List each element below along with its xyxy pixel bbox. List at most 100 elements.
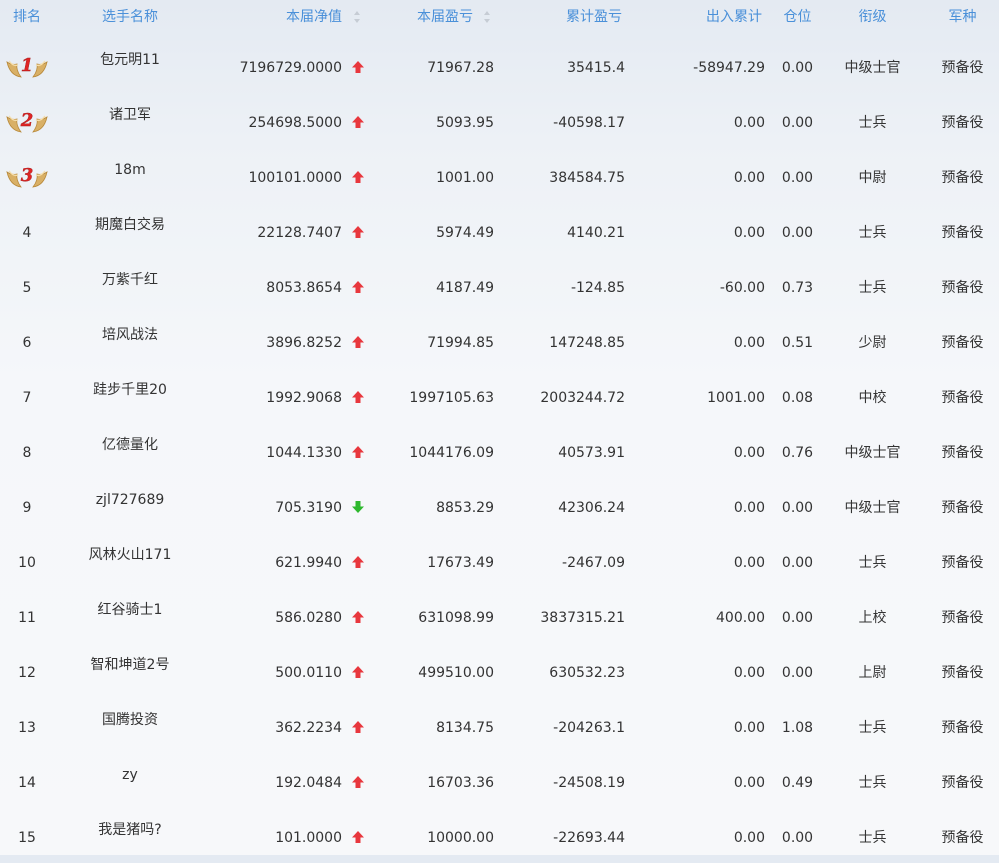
- cumulative-profit: 42306.24: [558, 500, 625, 516]
- net-value: 100101.0000: [248, 170, 342, 186]
- session-profit: 1044176.09: [409, 445, 494, 461]
- military-rank: 中级士官: [844, 445, 901, 461]
- fund-flow: 1001.00: [707, 390, 765, 406]
- table-row[interactable]: 11 红谷骑士1 586.0280 631098.99 3837315.21 4…: [0, 588, 999, 643]
- header-cumulative[interactable]: 累计盈亏: [505, 9, 622, 25]
- cumulative-profit: 384584.75: [549, 170, 625, 186]
- position-ratio: 0.49: [781, 775, 814, 791]
- session-profit: 17673.49: [427, 555, 494, 571]
- player-name[interactable]: 万紫千红: [70, 272, 190, 288]
- arrow-up-icon: [352, 776, 364, 788]
- fund-flow: 400.00: [716, 610, 765, 626]
- player-name[interactable]: 跬步千里20: [70, 382, 190, 398]
- service-branch: 预备役: [941, 610, 984, 626]
- service-branch: 预备役: [941, 170, 984, 186]
- table-row[interactable]: 2 诸卫军 254698.5000 5093.95 -40598.17 0.00…: [0, 93, 999, 148]
- session-profit: 8134.75: [436, 720, 494, 736]
- cumulative-profit: 2003244.72: [540, 390, 625, 406]
- session-profit: 5093.95: [436, 115, 494, 131]
- service-branch: 预备役: [941, 830, 984, 846]
- net-value: 101.0000: [275, 830, 342, 846]
- header-name[interactable]: 选手名称: [70, 9, 190, 25]
- position-ratio: 0.00: [781, 555, 814, 571]
- session-profit: 1001.00: [436, 170, 494, 186]
- table-row[interactable]: 3 18m 100101.0000 1001.00 384584.75 0.00…: [0, 148, 999, 203]
- rank-number: 6: [22, 335, 32, 351]
- header-nav[interactable]: 本届净值: [242, 9, 342, 25]
- header-position[interactable]: 仓位: [775, 9, 820, 25]
- table-row[interactable]: 7 跬步千里20 1992.9068 1997105.63 2003244.72…: [0, 368, 999, 423]
- cumulative-profit: 40573.91: [558, 445, 625, 461]
- sort-icon-nav[interactable]: [353, 10, 361, 24]
- player-name[interactable]: 亿德量化: [70, 437, 190, 453]
- rank-medal-icon: 2: [6, 110, 48, 133]
- fund-flow: 0.00: [733, 665, 765, 681]
- position-ratio: 0.00: [781, 665, 814, 681]
- fund-flow: -58947.29: [693, 60, 765, 76]
- table-row[interactable]: 14 zy 192.0484 16703.36 -24508.19 0.00 0…: [0, 753, 999, 808]
- arrow-up-icon: [352, 171, 364, 183]
- cumulative-profit: -22693.44: [553, 830, 625, 846]
- header-rank[interactable]: 排名: [5, 9, 49, 25]
- cumulative-profit: -2467.09: [562, 555, 625, 571]
- fund-flow: 0.00: [733, 720, 765, 736]
- cumulative-profit: 630532.23: [549, 665, 625, 681]
- header-branch[interactable]: 军种: [930, 9, 995, 25]
- cumulative-profit: -40598.17: [553, 115, 625, 131]
- session-profit: 8853.29: [436, 500, 494, 516]
- table-row[interactable]: 12 智和坤道2号 500.0110 499510.00 630532.23 0…: [0, 643, 999, 698]
- player-name[interactable]: 智和坤道2号: [70, 657, 190, 673]
- session-profit: 499510.00: [418, 665, 494, 681]
- table-row[interactable]: 8 亿德量化 1044.1330 1044176.09 40573.91 0.0…: [0, 423, 999, 478]
- service-branch: 预备役: [941, 335, 984, 351]
- table-row[interactable]: 10 风林火山171 621.9940 17673.49 -2467.09 0.…: [0, 533, 999, 588]
- player-name[interactable]: 培风战法: [70, 327, 190, 343]
- session-profit: 16703.36: [427, 775, 494, 791]
- sort-icon-profit[interactable]: [483, 10, 491, 24]
- table-row[interactable]: 4 期魔白交易 22128.7407 5974.49 4140.21 0.00 …: [0, 203, 999, 258]
- position-ratio: 0.00: [781, 830, 814, 846]
- player-name[interactable]: 红谷骑士1: [70, 602, 190, 618]
- session-profit: 71994.85: [427, 335, 494, 351]
- net-value: 1044.1330: [266, 445, 342, 461]
- arrow-up-icon: [352, 226, 364, 238]
- session-profit: 1997105.63: [409, 390, 494, 406]
- arrow-up-icon: [352, 831, 364, 843]
- player-name[interactable]: 18m: [70, 162, 190, 178]
- player-name[interactable]: 国腾投资: [70, 712, 190, 728]
- player-name[interactable]: 诸卫军: [70, 107, 190, 123]
- header-profit[interactable]: 本届盈亏: [380, 9, 473, 25]
- fund-flow: 0.00: [733, 775, 765, 791]
- position-ratio: 0.08: [781, 390, 814, 406]
- rank-medal-icon: 3: [6, 165, 48, 188]
- player-name[interactable]: 我是猪吗?: [70, 822, 190, 838]
- table-row[interactable]: 13 国腾投资 362.2234 8134.75 -204263.1 0.00 …: [0, 698, 999, 753]
- medal-rank-number: 2: [20, 110, 34, 131]
- table-row[interactable]: 1 包元明11 7196729.0000 71967.28 35415.4 -5…: [0, 38, 999, 93]
- arrow-down-icon: [352, 501, 364, 513]
- rank-number: 4: [22, 225, 32, 241]
- header-title[interactable]: 衔级: [830, 9, 915, 25]
- cumulative-profit: 147248.85: [549, 335, 625, 351]
- net-value: 621.9940: [275, 555, 342, 571]
- table-row[interactable]: 5 万紫千红 8053.8654 4187.49 -124.85 -60.00 …: [0, 258, 999, 313]
- net-value: 705.3190: [275, 500, 342, 516]
- header-flow[interactable]: 出入累计: [650, 9, 762, 25]
- player-name[interactable]: 风林火山171: [70, 547, 190, 563]
- player-name[interactable]: 期魔白交易: [70, 217, 190, 233]
- cumulative-profit: 3837315.21: [540, 610, 625, 626]
- rank-number: 12: [18, 665, 36, 681]
- player-name[interactable]: 包元明11: [70, 52, 190, 68]
- military-rank: 中级士官: [844, 60, 901, 76]
- table-row[interactable]: 9 zjl727689 705.3190 8853.29 42306.24 0.…: [0, 478, 999, 533]
- player-name[interactable]: zy: [70, 767, 190, 783]
- position-ratio: 0.51: [781, 335, 814, 351]
- service-branch: 预备役: [941, 390, 984, 406]
- net-value: 8053.8654: [266, 280, 342, 296]
- service-branch: 预备役: [941, 775, 984, 791]
- player-name[interactable]: zjl727689: [70, 492, 190, 508]
- service-branch: 预备役: [941, 500, 984, 516]
- table-row[interactable]: 6 培风战法 3896.8252 71994.85 147248.85 0.00…: [0, 313, 999, 368]
- military-rank: 士兵: [858, 830, 887, 846]
- rank-number: 9: [22, 500, 32, 516]
